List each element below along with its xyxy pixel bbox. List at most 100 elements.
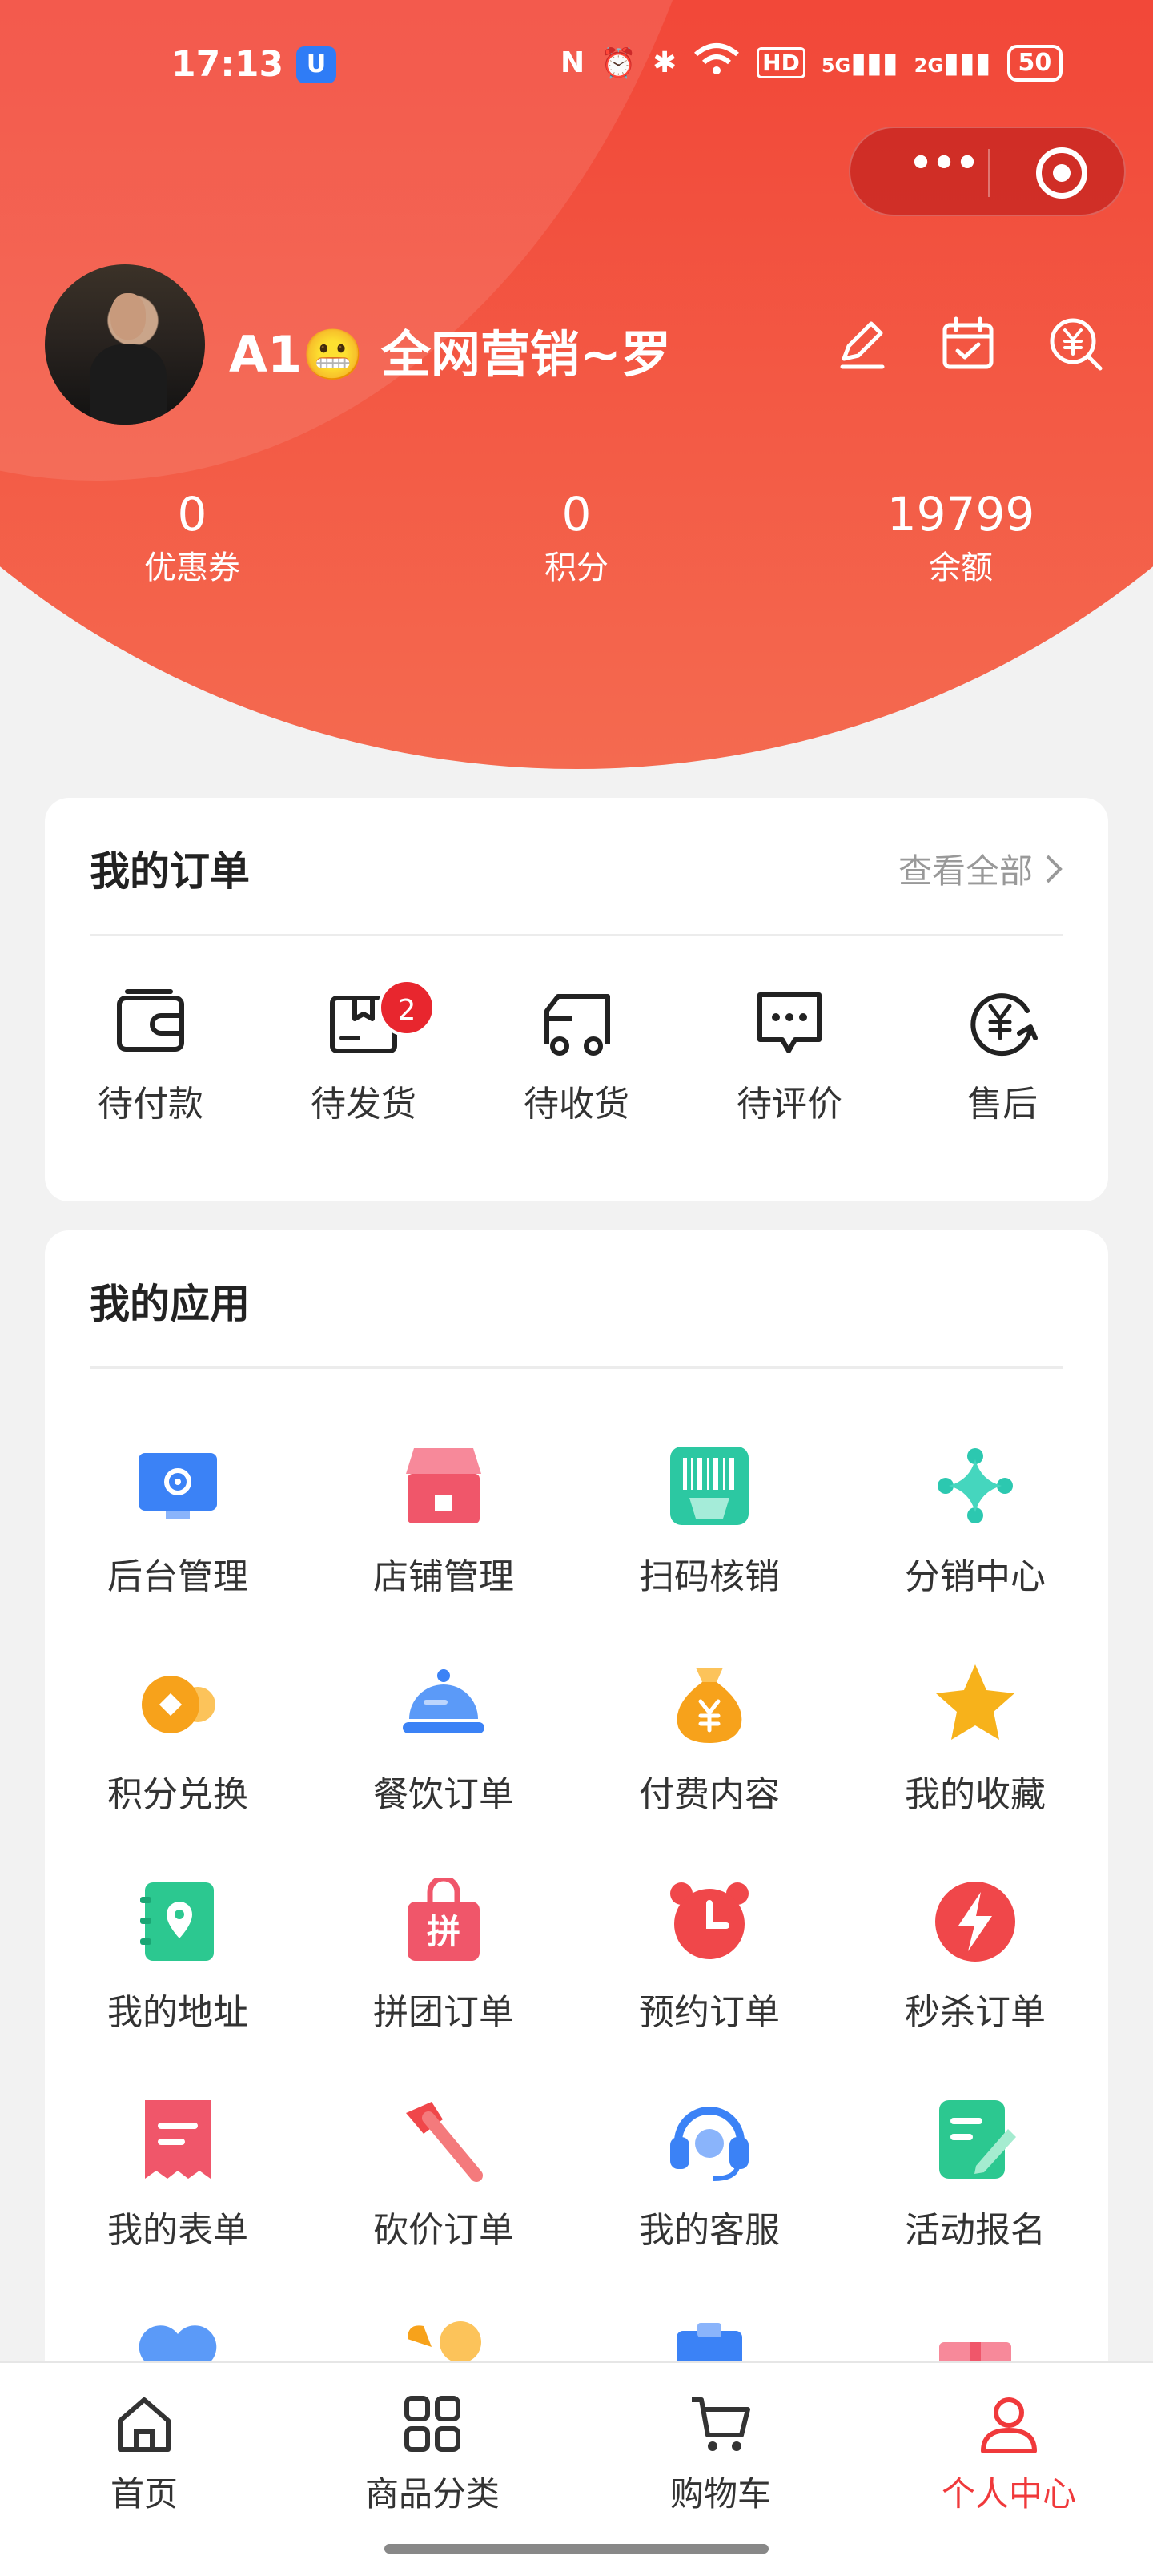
stat-value: 0	[561, 487, 592, 541]
stat-value: 0	[177, 487, 207, 541]
star-icon	[936, 1664, 1014, 1740]
stat-balance[interactable]: 19799 余额	[841, 481, 1081, 588]
order-after-sales[interactable]: 售后	[922, 987, 1083, 1126]
app-flash-sale[interactable]: 秒杀订单	[855, 1878, 1095, 2035]
calendar-checkin-icon[interactable]	[938, 314, 998, 373]
tab-home[interactable]: 首页	[24, 2392, 264, 2516]
grid-icon	[404, 2396, 460, 2452]
status-bar: 17:13 U N ⏰ ✱ HD 5G▮▮▮ 2G▮▮▮ 50	[0, 0, 1153, 136]
wifi-icon	[693, 42, 741, 84]
truck-icon	[544, 994, 610, 1056]
battery-level: 50	[1018, 48, 1052, 77]
app-notification-icon: U	[296, 46, 336, 83]
app-label: 店铺管理	[373, 1556, 514, 1597]
tab-cart[interactable]: 购物车	[601, 2392, 841, 2516]
app-customer-service[interactable]: 我的客服	[589, 2095, 830, 2252]
home-icon	[118, 2397, 171, 2452]
avatar[interactable]	[45, 264, 205, 425]
monitor-gear-icon	[139, 1453, 217, 1519]
order-pending-receipt[interactable]: 待收货	[496, 987, 657, 1126]
orders-title: 我的订单	[90, 848, 250, 895]
yen-search-icon[interactable]	[1046, 314, 1105, 373]
coin-exchange-icon	[142, 1676, 215, 1733]
orders-divider	[90, 934, 1063, 936]
app-admin[interactable]: 后台管理	[58, 1442, 298, 1599]
wallet-icon	[117, 989, 184, 1052]
tab-profile[interactable]: 个人中心	[889, 2392, 1129, 2516]
app-label: 积分兑换	[107, 1774, 248, 1815]
app-label: 分销中心	[905, 1556, 1046, 1597]
app-bargain[interactable]: 砍价订单	[323, 2095, 564, 2252]
account-stats: 0 优惠券 0 积分 19799 余额	[0, 481, 1153, 601]
hd-icon: HD	[757, 47, 805, 78]
flash-sale-icon	[935, 1882, 1015, 1962]
apps-divider	[90, 1366, 1063, 1369]
app-reservation[interactable]: 预约订单	[589, 1878, 830, 2035]
app-label: 扫码核销	[639, 1556, 780, 1597]
nfc-icon: N	[560, 46, 585, 79]
status-icons: N ⏰ ✱ HD 5G▮▮▮ 2G▮▮▮ 50	[560, 42, 1063, 84]
close-miniprogram-icon[interactable]	[1036, 147, 1087, 199]
app-label: 预约订单	[639, 1992, 780, 2033]
tab-label: 个人中心	[941, 2474, 1076, 2514]
sign-up-edit-icon	[939, 2100, 1016, 2179]
app-label: 活动报名	[905, 2210, 1046, 2251]
app-address[interactable]: 我的地址	[58, 1878, 298, 2035]
yen-refund-icon	[970, 993, 1038, 1057]
app-favorites[interactable]: 我的收藏	[855, 1660, 1095, 1817]
stat-coupons[interactable]: 0 优惠券	[72, 481, 312, 588]
app-label: 我的收藏	[905, 1774, 1046, 1815]
alarm-icon: ⏰	[601, 46, 637, 80]
app-distribution[interactable]: 分销中心	[855, 1442, 1095, 1599]
app-points-exchange[interactable]: 积分兑换	[58, 1660, 298, 1817]
signal-2g-icon: 2G▮▮▮	[914, 46, 991, 79]
edit-icon[interactable]	[833, 314, 892, 373]
app-food-orders[interactable]: 餐饮订单	[323, 1660, 564, 1817]
app-label: 我的客服	[639, 2210, 780, 2251]
order-pending-shipment[interactable]: 2 待发货	[283, 979, 444, 1126]
username: A1😬 全网营销~罗	[229, 325, 671, 384]
app-paid-content[interactable]: 付费内容	[589, 1660, 830, 1817]
capsule-divider	[988, 149, 990, 197]
app-label: 付费内容	[639, 1774, 780, 1815]
order-label: 待评价	[737, 1084, 842, 1125]
tab-categories[interactable]: 商品分类	[312, 2392, 552, 2516]
axe-icon	[406, 2102, 483, 2182]
order-label: 待付款	[98, 1084, 203, 1125]
home-indicator	[384, 2544, 769, 2554]
more-icon[interactable]: •••	[890, 142, 994, 192]
bluetooth-icon: ✱	[652, 46, 677, 79]
comment-icon	[757, 992, 822, 1053]
order-label: 待收货	[524, 1084, 629, 1125]
scan-icon	[670, 1447, 749, 1525]
orders-card: 我的订单 查看全部 待付款 2 待发货 待收货 待评价 售后	[45, 798, 1108, 1201]
view-all-orders-link[interactable]: 查看全部	[898, 844, 1063, 893]
app-shop[interactable]: 店铺管理	[323, 1442, 564, 1599]
app-label: 后台管理	[107, 1556, 248, 1597]
app-group-buy[interactable]: 拼 拼团订单	[323, 1875, 564, 2035]
stat-label: 积分	[544, 549, 609, 586]
app-label: 我的表单	[107, 2210, 248, 2251]
order-pending-review[interactable]: 待评价	[709, 987, 870, 1126]
signal-5g-icon: 5G▮▮▮	[821, 46, 898, 79]
pending-shipment-badge: 2	[378, 979, 436, 1036]
group-buy-bag-icon: 拼	[408, 1875, 480, 1961]
app-event-signup[interactable]: 活动报名	[855, 2095, 1095, 2252]
cart-icon	[692, 2397, 750, 2451]
app-label: 秒杀订单	[905, 1992, 1046, 2033]
headset-icon	[670, 2107, 749, 2181]
app-scan-verify[interactable]: 扫码核销	[589, 1442, 830, 1599]
order-pending-payment[interactable]: 待付款	[70, 987, 231, 1126]
status-time: 17:13	[171, 44, 284, 85]
network-label: 5G	[821, 54, 851, 77]
order-label: 售后	[967, 1084, 1038, 1125]
view-all-label: 查看全部	[898, 851, 1033, 891]
address-book-icon	[140, 1882, 214, 1961]
chevron-right-icon	[1046, 855, 1063, 883]
tab-label: 首页	[110, 2474, 178, 2514]
miniprogram-capsule: •••	[849, 127, 1126, 216]
avatar-figure-face	[110, 293, 146, 340]
app-forms[interactable]: 我的表单	[58, 2095, 298, 2252]
stat-points[interactable]: 0 积分	[456, 481, 697, 588]
battery-icon: 50	[1006, 44, 1063, 82]
